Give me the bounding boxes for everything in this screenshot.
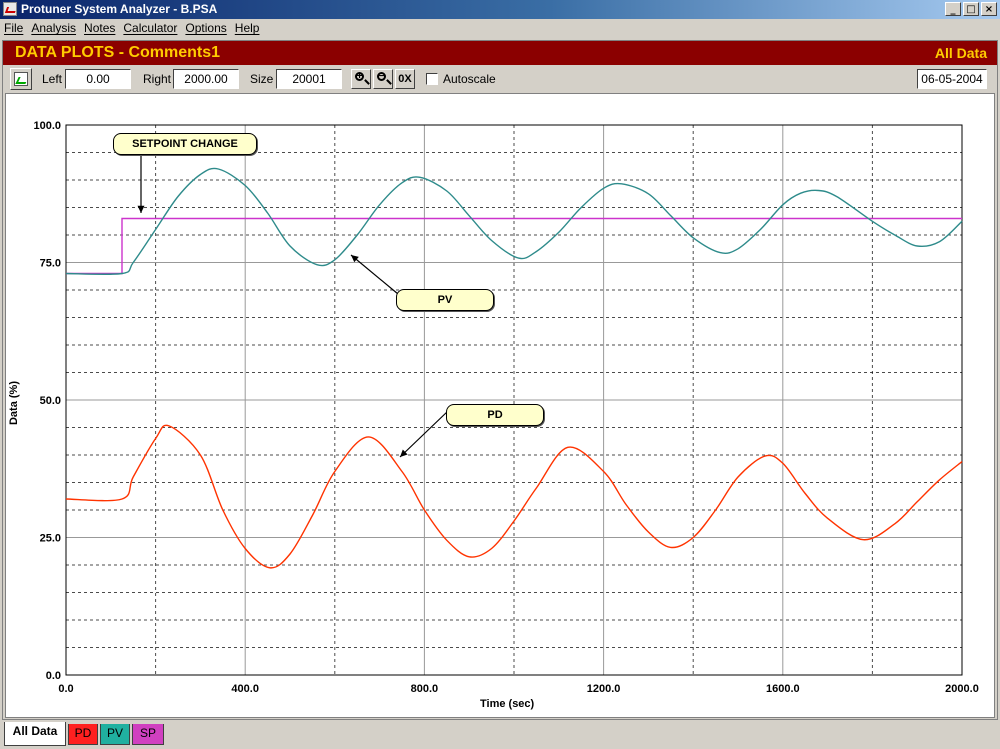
x-axis-label: Time (sec) <box>480 698 535 710</box>
tab-all-data[interactable]: All Data <box>4 722 66 746</box>
series-tabs: All Data PD PV SP <box>0 722 1000 749</box>
x-tick-label: 800.0 <box>411 683 439 695</box>
pd-callout: PD <box>446 404 544 426</box>
y-axis-label: Data (%) <box>8 381 20 426</box>
x-tick-label: 400.0 <box>231 683 259 695</box>
y-tick-label: 25.0 <box>40 533 61 545</box>
pv-arrow <box>350 254 399 295</box>
pv-callout: PV <box>396 289 494 311</box>
x-tick-label: 2000.0 <box>945 683 979 695</box>
data-plot: 0.0 400.0 800.0 1200.0 1600.0 2000.0 0.0 25.0 50… <box>33 120 979 695</box>
setpoint-arrow-head <box>137 205 145 213</box>
y-tick-label: 100.0 <box>33 120 61 132</box>
x-tick-label: 1200.0 <box>587 683 621 695</box>
setpoint-change-callout: SETPOINT CHANGE <box>113 133 257 155</box>
y-tick-label: 50.0 <box>40 395 61 407</box>
x-tick-label: 1600.0 <box>766 683 800 695</box>
y-tick-label: 0.0 <box>46 670 61 682</box>
x-tick-label: 0.0 <box>58 683 73 695</box>
tab-pv[interactable]: PV <box>100 724 130 745</box>
y-tick-label: 75.0 <box>40 258 61 270</box>
tab-sp[interactable]: SP <box>132 724 164 745</box>
tab-pd[interactable]: PD <box>68 724 98 745</box>
